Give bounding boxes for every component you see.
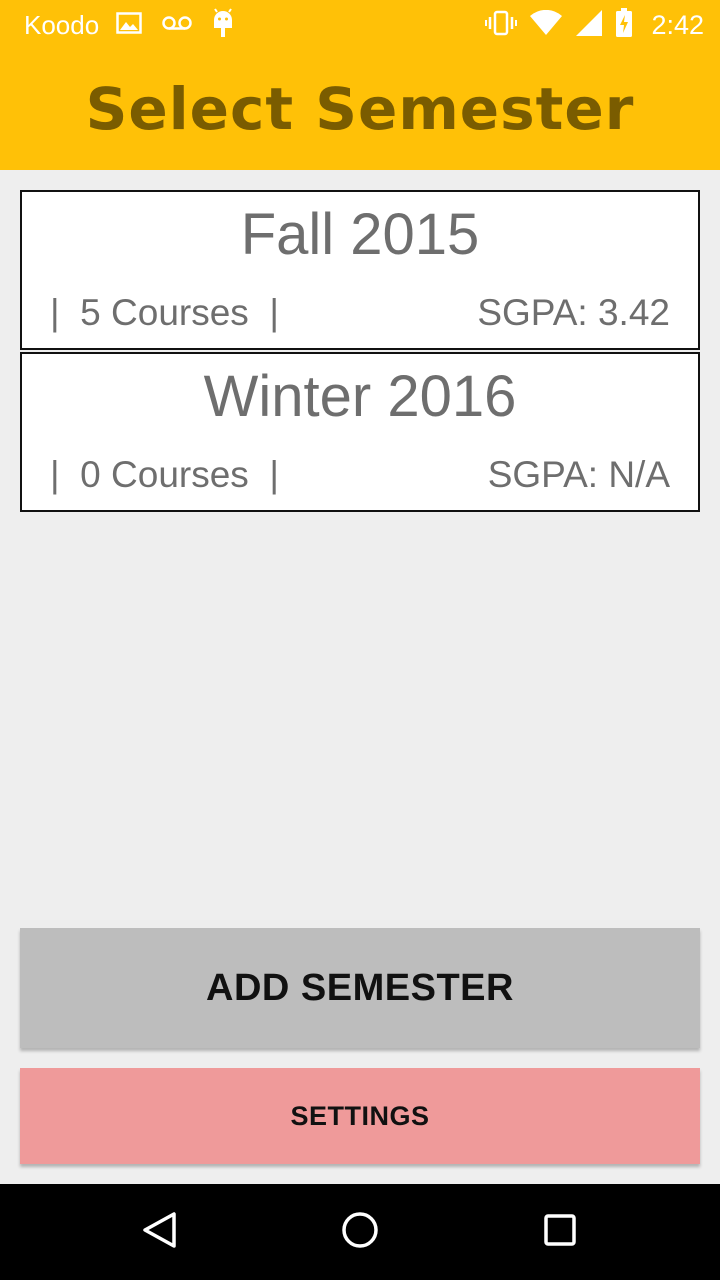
back-icon [140,1210,180,1254]
carrier-name: Koodo [24,10,100,40]
system-icons: 2:42 [485,8,704,42]
page-title: Select Semester [85,75,635,143]
back-button[interactable] [138,1210,182,1254]
semester-card-winter-2016[interactable]: Winter 2016 | 0 Courses | SGPA: N/A [20,352,700,512]
voicemail-icon [162,15,192,35]
semester-name: Winter 2016 [203,364,517,429]
semester-name: Fall 2015 [240,202,480,267]
battery-charging-icon [615,8,633,42]
cell-signal-icon [575,9,603,41]
semester-sgpa: SGPA: N/A [487,454,670,495]
semester-course-count: | 5 Courses | [50,292,279,333]
semester-card-fall-2015[interactable]: Fall 2015 | 5 Courses | SGPA: 3.42 [20,190,700,350]
wifi-icon [529,9,563,40]
add-semester-button[interactable]: ADD SEMESTER [20,928,700,1048]
image-icon [116,12,142,38]
recents-icon [540,1210,580,1254]
home-button[interactable] [338,1210,382,1254]
semester-course-count: | 0 Courses | [50,454,279,495]
status-bar: Koodo 2:42 [0,0,720,50]
settings-button[interactable]: SETTINGS [20,1068,700,1164]
recents-button[interactable] [538,1210,582,1254]
app-bar: Select Semester [0,50,720,170]
clock: 2:42 [651,10,704,40]
semester-list: Fall 2015 | 5 Courses | SGPA: 3.42 Winte… [20,190,700,514]
vibrate-icon [485,10,518,40]
semester-sgpa: SGPA: 3.42 [477,292,670,333]
home-icon [340,1210,380,1254]
android-debug-icon [212,8,234,42]
navigation-bar [0,1184,720,1280]
notification-icons [116,8,234,42]
